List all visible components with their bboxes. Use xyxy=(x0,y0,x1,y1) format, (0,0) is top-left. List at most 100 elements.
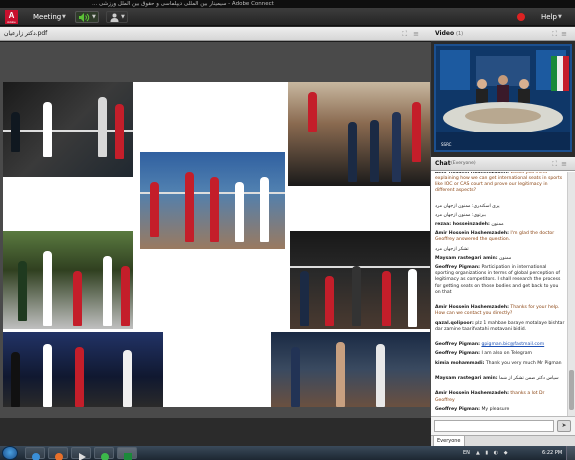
volleyball-photo xyxy=(290,231,430,329)
taskbar-ie-icon[interactable] xyxy=(25,447,45,460)
chat-compose-row: ➤ xyxy=(431,416,575,435)
chat-message-text: سپاس دکتر ضمن تشکر از شما xyxy=(499,376,559,381)
person-icon xyxy=(110,13,119,22)
volleyball-photo xyxy=(288,82,430,186)
adobe-connect-window: ... سیمینار بین المللی دیپلماسی و حقوق ب… xyxy=(0,0,575,460)
chat-pod: Chat (Everyone) ⛶≡ Mahdi Hosseinzadeh: T… xyxy=(431,157,575,447)
chat-message: kimia mohammadi: Thank you very much Mr … xyxy=(435,361,565,367)
taskbar-firefox-icon[interactable] xyxy=(48,447,68,460)
chat-message-list: Mahdi Hosseinzadeh: Thanks Geoff, for al… xyxy=(431,172,567,416)
chat-sender: Amir Hossein Hashemzadeh: xyxy=(435,305,509,311)
camera-button[interactable]: ▼ xyxy=(106,11,128,23)
chat-sender: Maysam rastegari amin: xyxy=(435,255,498,261)
start-button[interactable] xyxy=(2,446,18,460)
chat-sender: kimia mohammadi: xyxy=(435,360,485,366)
volleyball-photo xyxy=(3,231,133,329)
chat-message: Maysam rastegari amin: سپاس دکتر ضمن تشک… xyxy=(435,376,565,382)
conference-room-scene xyxy=(436,46,570,150)
share-pod: دکتر زارعیان.pdf ⛶≡ xyxy=(0,27,431,418)
chat-sender: Maysam rastegari amin: xyxy=(435,376,498,381)
chat-sender: Amir Hossein Hashemzadeh: xyxy=(435,231,509,237)
chat-message-text: ممنون xyxy=(499,255,512,261)
chat-message: Amir Hossein Hashemzadeh: Thanks for you… xyxy=(435,305,565,317)
chevron-down-icon[interactable]: ▼ xyxy=(121,12,125,22)
chat-message: Geoffrey Pigman: gpigman.bic@fastmail.co… xyxy=(435,342,565,348)
volleyball-photo xyxy=(3,82,133,177)
chat-message-text: تشکر ازجهان مرد xyxy=(435,246,469,252)
language-indicator[interactable]: EN xyxy=(463,446,470,460)
speaker-button[interactable]: ▼ xyxy=(75,11,99,23)
shared-document-page xyxy=(3,82,430,407)
chat-scrollbar[interactable] xyxy=(567,172,575,416)
chat-sender: Geoffrey Pigman: xyxy=(435,265,480,270)
chat-message-text: I am also on Telegram xyxy=(481,351,532,357)
video-watermark: SSRC xyxy=(441,142,452,147)
chat-message: ببرتوی: ممنون ازجهان مرد xyxy=(435,213,565,219)
windows-taskbar: EN ▲ ▮ ◐ ◆ 6:22 PM xyxy=(0,446,575,460)
chat-pod-header: Chat (Everyone) ⛶≡ xyxy=(431,157,575,171)
chat-sender: Geoffrey Pigman: xyxy=(435,351,480,357)
show-desktop-button[interactable] xyxy=(566,446,575,460)
taskbar-media-icon[interactable] xyxy=(71,447,91,460)
chat-message: Amir Hossein Hashemzadeh: thanks a lot D… xyxy=(435,391,565,403)
chat-message: Geoffrey Pigman: I am also on Telegram xyxy=(435,351,565,357)
chevron-down-icon[interactable]: ▼ xyxy=(558,8,562,26)
pod-options-icons[interactable]: ⛶≡ xyxy=(552,30,571,38)
pod-options-icons[interactable]: ⛶≡ xyxy=(402,30,425,38)
send-message-button[interactable]: ➤ xyxy=(557,420,571,432)
video-count: (1) xyxy=(456,31,464,37)
clock[interactable]: 6:22 PM xyxy=(542,446,562,460)
chevron-down-icon[interactable]: ▼ xyxy=(92,12,96,22)
taskbar-adobe-connect-icon[interactable] xyxy=(117,447,137,460)
chat-pod-title: Chat xyxy=(435,160,451,167)
chat-sender: Geoffrey Pigman: xyxy=(435,406,480,412)
video-pod-header: Video (1) ⛶≡ xyxy=(431,27,575,41)
meeting-menu[interactable]: Meeting xyxy=(33,8,61,26)
adobe-logo-icon: A Adobe xyxy=(5,10,18,24)
window-title: ... سیمینار بین المللی دیپلماسی و حقوق ب… xyxy=(92,1,274,7)
chat-message: Maysam rastegari amin: ممنون xyxy=(435,256,565,262)
chat-message: پری اسکندری: ممنون ازجهان مرد xyxy=(435,204,565,210)
chevron-down-icon[interactable]: ▼ xyxy=(62,8,66,26)
system-tray-icons[interactable]: ▲ ▮ ◐ ◆ xyxy=(476,446,510,460)
chat-message-text: پری اسکندری: ممنون ازجهان مرد xyxy=(435,203,500,209)
video-pod-title: Video xyxy=(435,30,455,37)
taskbar-whatsapp-icon[interactable] xyxy=(94,447,114,460)
chat-input[interactable] xyxy=(434,420,554,432)
help-menu[interactable]: Help xyxy=(541,8,557,26)
chat-sender: Amir Hossein Hashemzadeh: xyxy=(435,172,509,175)
video-feed: SSRC xyxy=(434,44,572,152)
chat-sender: Geoffrey Pigman: xyxy=(435,342,480,348)
menu-bar: A Adobe Meeting ▼ ▼ ▼ Help ▼ xyxy=(0,8,575,26)
chat-message: Geoffrey Pigman: Participation in intern… xyxy=(435,265,565,296)
chat-message: rezaa: hosseinzadeh: ممنون xyxy=(435,222,565,228)
chat-message: Geoffrey Pigman: My pleasure xyxy=(435,407,565,413)
chat-message-text: would you mind explaining how we can get… xyxy=(435,172,563,194)
chat-sender: Amir Hossein Hashemzadeh: xyxy=(435,391,509,397)
share-content-area xyxy=(0,42,431,418)
speaker-icon xyxy=(79,13,90,22)
chat-message-text: Thank you very much Mr Pigman xyxy=(485,360,562,366)
title-bar: ... سیمینار بین المللی دیپلماسی و حقوق ب… xyxy=(0,0,575,8)
chat-sender: rezaa: hosseinzadeh: xyxy=(435,222,490,227)
volleyball-photo xyxy=(140,152,285,249)
scrollbar-thumb[interactable] xyxy=(569,370,574,410)
chat-message-text: ممنون xyxy=(491,222,504,227)
pod-options-icons[interactable]: ⛶≡ xyxy=(552,160,571,168)
chat-message-text: My pleasure xyxy=(481,406,510,412)
chat-message: Amir Hossein Hashemzadeh: would you mind… xyxy=(435,172,565,194)
chat-message: تشکر ازجهان مرد xyxy=(435,247,565,253)
chat-message: qazal.qolipoor: plz 1 mahbae baraye mota… xyxy=(435,321,565,333)
video-pod: Video (1) ⛶≡ SSRC xyxy=(431,27,575,157)
chat-message-text[interactable]: gpigman.bic@fastmail.com xyxy=(481,342,544,347)
share-pod-title: دکتر زارعیان.pdf xyxy=(4,30,48,37)
record-indicator-icon[interactable] xyxy=(517,13,525,21)
volleyball-photo xyxy=(271,332,430,407)
volleyball-photo xyxy=(3,332,163,407)
chat-message: Amir Hossein Hashemzadeh: I'm glad the d… xyxy=(435,231,565,243)
chat-sender: qazal.qolipoor: xyxy=(435,320,474,326)
share-pod-header: دکتر زارعیان.pdf ⛶≡ xyxy=(0,27,431,41)
chat-message-text: ببرتوی: ممنون ازجهان مرد xyxy=(435,212,486,218)
chat-tabs: Everyone xyxy=(431,435,575,447)
chat-audience: (Everyone) xyxy=(451,161,476,166)
